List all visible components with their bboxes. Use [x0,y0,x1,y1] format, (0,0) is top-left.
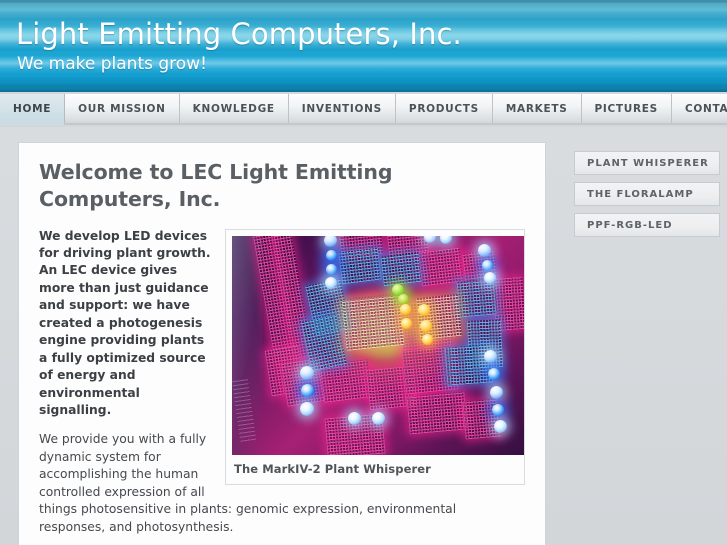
led-emitter-white [300,401,314,416]
nav-item-knowledge[interactable]: KNOWLEDGE [179,94,289,123]
nav-item-inventions[interactable]: INVENTIONS [288,94,396,123]
nav-item-products[interactable]: PRODUCTS [395,94,493,123]
sidebar-button-label: PLANT WHISPERER [587,157,709,169]
led-emitter-amber [422,333,433,345]
nav-item-label: CONTACT [684,102,727,115]
led-emitter-blue [488,367,500,380]
led-panel-magenta [406,391,468,434]
led-emitter-white [484,349,497,363]
led-board-image [232,235,524,455]
led-panel-warm [341,294,405,351]
sidebar-button-label: THE FLORALAMP [587,188,694,200]
site-header-banner: Light Emitting Computers, Inc. We make p… [0,0,727,92]
led-emitter-blue [301,383,314,397]
nav-item-label: KNOWLEDGE [192,102,275,115]
led-panel-cyan [456,277,498,318]
sidebar-button-ppf-rgb-led[interactable]: PPF-RGB-LED [574,213,720,237]
pcb-edge-silkscreen [232,235,262,455]
nav-item-markets[interactable]: MARKETS [492,94,582,123]
sidebar-button-the-floralamp[interactable]: THE FLORALAMP [574,182,720,206]
page-title: Welcome to LEC Light Emitting Computers,… [39,160,393,212]
nav-item-label: PICTURES [594,102,658,115]
sidebar-button-label: PPF-RGB-LED [587,219,673,231]
led-emitter-white [348,411,361,425]
led-emitter-white [440,235,452,244]
nav-item-label: MARKETS [505,102,568,115]
led-panel-warm [415,293,463,340]
site-tagline: We make plants grow! [17,54,207,74]
nav-item-home[interactable]: HOME [0,94,66,125]
nav-item-contact[interactable]: CONTACT [671,94,727,123]
site-title: Light Emitting Computers, Inc. [16,17,462,51]
led-emitter-white [490,385,503,399]
led-emitter-green [398,293,409,305]
nav-item-label: PRODUCTS [408,102,479,115]
main-content-card: Welcome to LEC Light Emitting Computers,… [18,142,546,545]
led-emitter-white [300,365,314,380]
led-emitter-white [324,235,337,247]
main-navigation: HOME OUR MISSION KNOWLEDGE INVENTIONS PR… [0,94,727,125]
led-emitter-amber [418,303,430,316]
led-emitter-blue [492,403,504,416]
led-emitter-blue [482,259,493,271]
led-emitter-blue [326,249,337,261]
sidebar-button-plant-whisperer[interactable]: PLANT WHISPERER [574,151,720,175]
led-emitter-amber [420,319,432,332]
led-emitter-white [484,271,496,284]
led-board-photo [232,235,524,455]
nav-item-label: OUR MISSION [78,102,166,115]
page-body: Welcome to LEC Light Emitting Computers,… [0,127,727,545]
led-emitter-amber [400,303,411,315]
led-emitter-amber [401,317,412,329]
led-emitter-white [372,411,385,425]
figure-plant-whisperer: The MarkIV-2 Plant Whisperer [225,228,525,485]
led-panel-cyan [380,251,422,286]
led-panel-magenta [418,247,464,286]
led-emitter-blue [326,263,337,275]
nav-item-label: INVENTIONS [301,102,382,115]
nav-item-pictures[interactable]: PICTURES [581,94,672,123]
led-emitter-white [424,235,436,243]
content-flow: The MarkIV-2 Plant Whisperer We develop … [39,228,525,545]
led-panel-cyan [338,247,382,284]
led-emitter-white [494,419,507,433]
nav-item-our-mission[interactable]: OUR MISSION [65,94,180,123]
figure-caption: The MarkIV-2 Plant Whisperer [234,461,431,476]
nav-item-label: HOME [13,102,52,115]
led-emitter-white [478,243,491,257]
sidebar: PLANT WHISPERER THE FLORALAMP PPF-RGB-LE… [574,151,720,244]
led-emitter-white [325,276,337,289]
